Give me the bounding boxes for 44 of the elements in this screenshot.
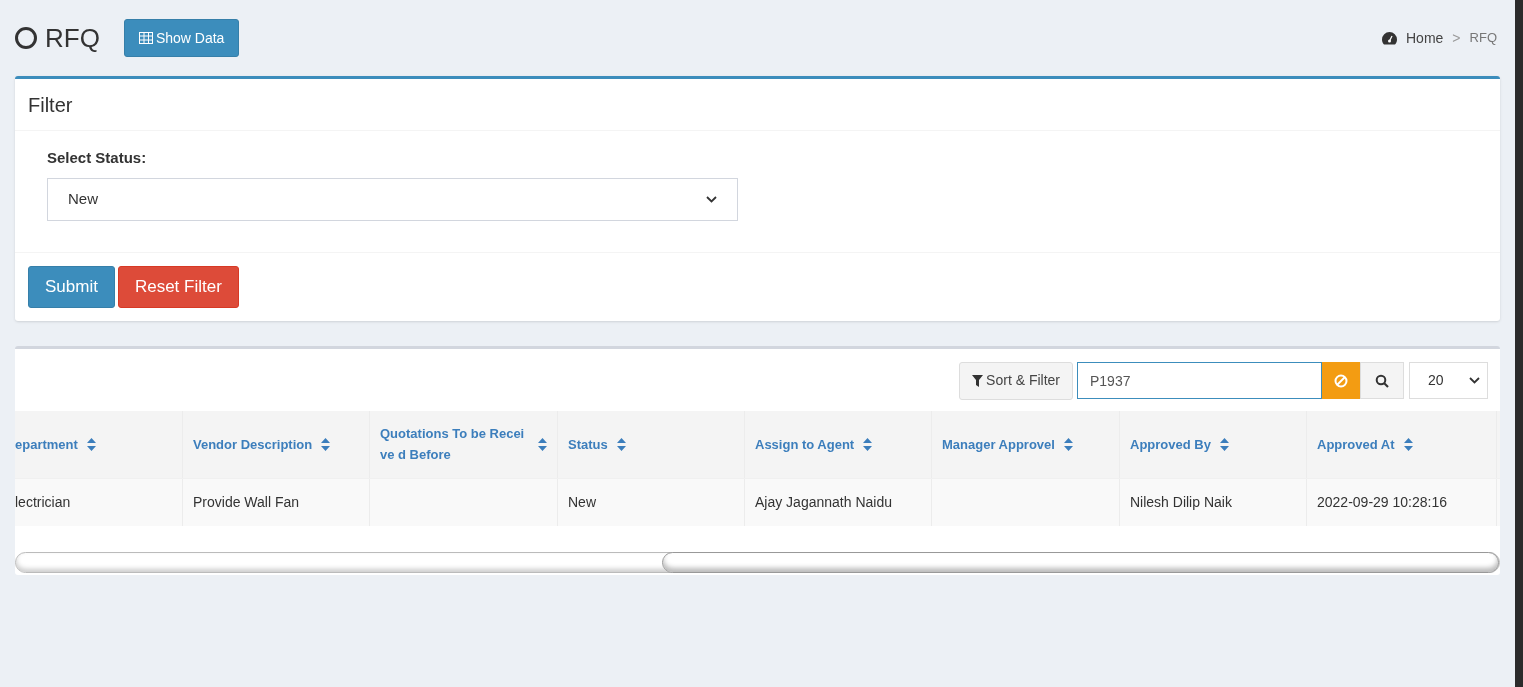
sort-icon[interactable] bbox=[863, 437, 873, 451]
column-header[interactable]: Status bbox=[568, 433, 608, 455]
breadcrumb-current: RFQ bbox=[1469, 29, 1497, 48]
scrollbar-thumb[interactable] bbox=[662, 551, 1499, 573]
ban-icon bbox=[1334, 373, 1348, 388]
sort-icon[interactable] bbox=[321, 437, 331, 451]
field-label: Select Status: bbox=[47, 148, 148, 168]
submit-button[interactable]: Submit bbox=[28, 265, 115, 308]
table-cell-text: Provide Wall Fan bbox=[193, 492, 300, 512]
page-size-select[interactable]: 20 bbox=[1409, 362, 1488, 399]
search-field[interactable]: P1937 bbox=[1077, 362, 1322, 399]
sort-icon[interactable] bbox=[1063, 437, 1073, 451]
sort-icon[interactable] bbox=[1219, 437, 1229, 451]
dashboard-icon bbox=[1382, 31, 1397, 45]
panel-title: Filter bbox=[28, 92, 73, 118]
sort-icon[interactable] bbox=[86, 437, 96, 451]
table-cell-text: New bbox=[568, 492, 596, 512]
column-header[interactable]: Quotations To be Receive d Before bbox=[380, 423, 529, 465]
column-header[interactable]: Approved By bbox=[1130, 433, 1211, 455]
sort-icon[interactable] bbox=[538, 437, 547, 451]
column-header[interactable]: epartment bbox=[15, 433, 78, 455]
column-header[interactable]: Approved At bbox=[1317, 433, 1395, 455]
table-icon bbox=[138, 32, 153, 44]
chevron-down-icon bbox=[706, 195, 717, 203]
breadcrumb-separator: > bbox=[1452, 28, 1461, 48]
column-header[interactable]: Assign to Agent bbox=[755, 433, 855, 455]
column-header[interactable]: Manager Approvel bbox=[942, 433, 1055, 455]
table-cell-text: Ajay Jagannath Naidu bbox=[755, 492, 892, 512]
reset-filter-button[interactable]: Reset Filter bbox=[117, 265, 239, 308]
table-cell-text: 2022-09-29 10:28:16 bbox=[1317, 492, 1447, 512]
sort-filter-button[interactable]: Sort & Filter bbox=[959, 361, 1073, 400]
page-title: RFQ bbox=[45, 21, 100, 55]
table-cell-text: Nilesh Dilip Naik bbox=[1130, 492, 1232, 512]
funnel-icon bbox=[972, 374, 984, 387]
breadcrumb-link[interactable]: Home bbox=[1406, 27, 1444, 49]
column-header[interactable]: Vendor Description bbox=[193, 433, 313, 455]
sort-icon[interactable] bbox=[616, 437, 626, 451]
chevron-down-icon bbox=[1469, 377, 1480, 384]
search-icon bbox=[1375, 373, 1389, 388]
search-button[interactable] bbox=[1360, 362, 1404, 399]
sort-icon[interactable] bbox=[1403, 437, 1413, 451]
table-cell-text: lectrician bbox=[15, 492, 71, 512]
show-data-button[interactable]: Show Data bbox=[123, 19, 240, 57]
status-select[interactable]: New bbox=[47, 177, 738, 221]
